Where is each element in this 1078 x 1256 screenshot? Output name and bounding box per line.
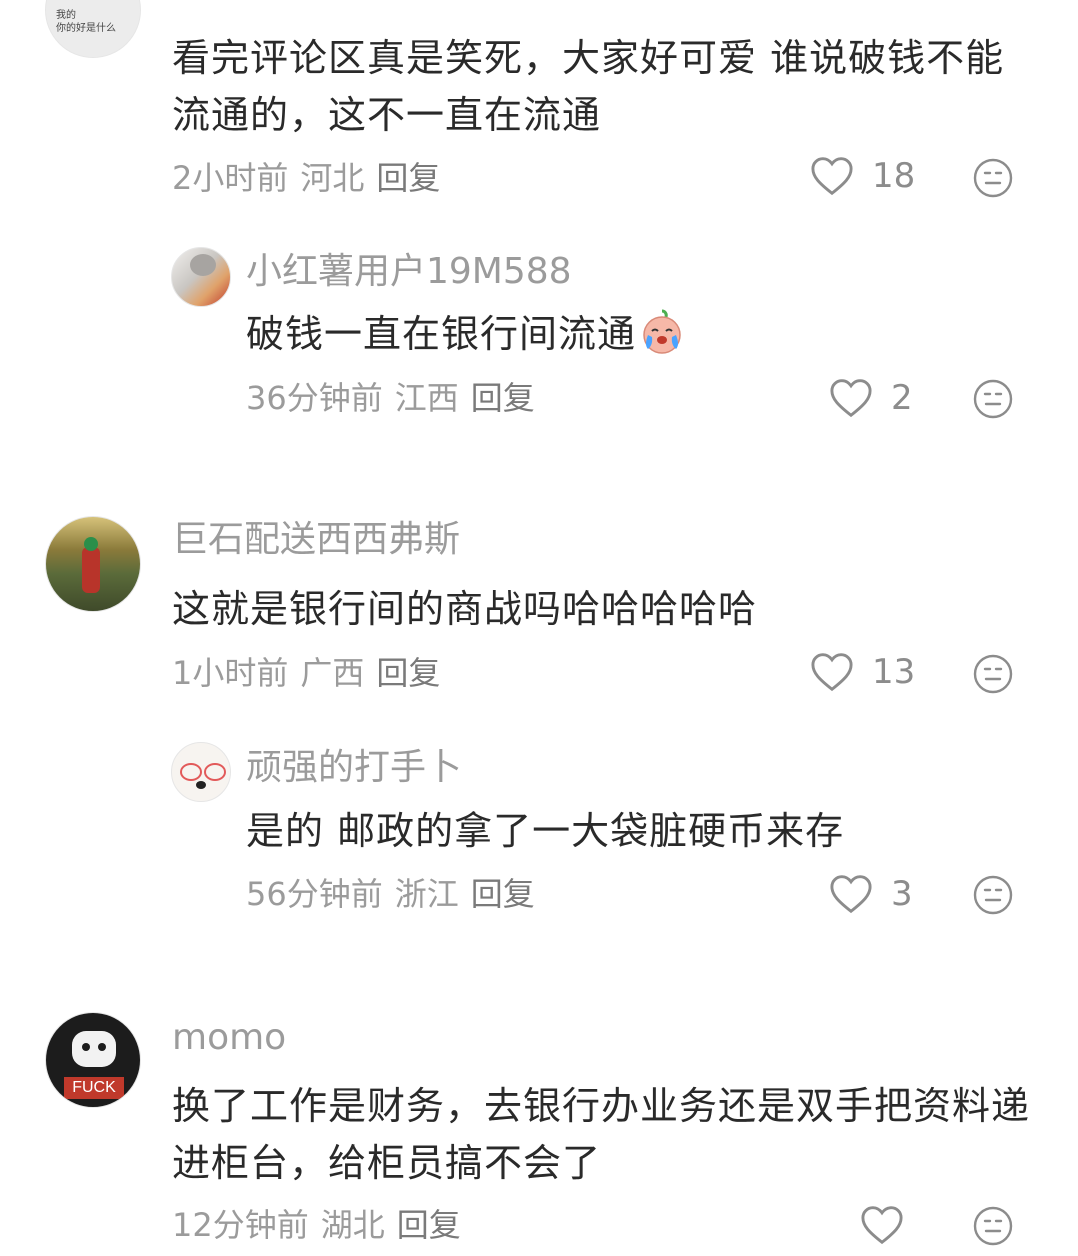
comment-meta: 1小时前 广西 回复 — [172, 653, 452, 693]
avatar-text: 我的 你的好是什么 — [56, 10, 116, 34]
comment-meta: 2小时前 河北 回复 — [172, 158, 452, 198]
like-count: 2 — [891, 378, 913, 418]
reply-button[interactable]: 回复 — [376, 654, 440, 692]
reply-meta: 36分钟前 江西 回复 — [246, 378, 547, 418]
like-button[interactable]: 13 — [810, 652, 915, 692]
like-button[interactable]: 18 — [810, 156, 915, 196]
heart-outline-icon — [830, 379, 872, 418]
heart-outline-icon — [811, 653, 853, 692]
comment-text[interactable]: 换了工作是财务，去银行办业务还是双手把资料递进柜台，给柜员搞不会了 — [172, 1078, 1032, 1192]
comment-time: 1小时前 — [172, 654, 289, 692]
crying-face-emoji — [643, 309, 681, 354]
comment-text[interactable]: 看完评论区真是笑死，大家好可爱 谁说破钱不能流通的，这不一直在流通 — [172, 30, 1032, 144]
avatar-text: FUCK — [64, 1077, 124, 1099]
username[interactable]: momo — [172, 1016, 286, 1060]
reply-text-content: 破钱一直在银行间流通 — [246, 312, 637, 356]
comment-meta: 12分钟前 湖北 回复 — [172, 1205, 473, 1245]
neutral-face-icon[interactable] — [973, 158, 1013, 198]
reply-text[interactable]: 破钱一直在银行间流通 — [246, 306, 1006, 363]
neutral-face-icon[interactable] — [973, 875, 1013, 915]
username[interactable]: 巨石配送西西弗斯 — [172, 518, 460, 562]
reply-button[interactable]: 回复 — [471, 379, 535, 417]
heart-outline-icon — [830, 875, 872, 914]
like-button[interactable] — [860, 1205, 922, 1245]
reply-text[interactable]: 是的 邮政的拿了一大袋脏硬币来存 — [246, 803, 1006, 860]
comment-time: 2小时前 — [172, 159, 289, 197]
reply-button[interactable]: 回复 — [397, 1206, 461, 1244]
comment-location: 河北 — [300, 159, 365, 197]
username[interactable]: 顽强的打手卜 — [246, 746, 462, 790]
comment-location: 湖北 — [320, 1206, 385, 1244]
neutral-face-icon[interactable] — [973, 1206, 1013, 1246]
comment-location: 浙江 — [394, 875, 459, 913]
like-count: 3 — [891, 874, 913, 914]
like-button[interactable]: 2 — [829, 378, 913, 418]
comment-time: 56分钟前 — [246, 875, 383, 913]
like-count: 18 — [872, 156, 916, 196]
heart-outline-icon — [861, 1206, 903, 1245]
comment-time: 12分钟前 — [172, 1206, 309, 1244]
comment-text[interactable]: 这就是银行间的商战吗哈哈哈哈哈 — [172, 581, 1032, 638]
neutral-face-icon[interactable] — [973, 654, 1013, 694]
reply-button[interactable]: 回复 — [376, 159, 440, 197]
avatar[interactable] — [171, 247, 231, 307]
heart-outline-icon — [811, 157, 853, 196]
avatar[interactable]: 我的 你的好是什么 — [45, 0, 141, 58]
reply-meta: 56分钟前 浙江 回复 — [246, 874, 547, 914]
comment-location: 广西 — [300, 654, 365, 692]
like-count: 13 — [872, 652, 916, 692]
comment-location: 江西 — [394, 379, 459, 417]
comment-time: 36分钟前 — [246, 379, 383, 417]
avatar[interactable]: FUCK — [45, 1012, 141, 1108]
avatar[interactable] — [171, 742, 231, 802]
username[interactable]: 小红薯用户19M588 — [246, 250, 572, 294]
neutral-face-icon[interactable] — [973, 379, 1013, 419]
reply-button[interactable]: 回复 — [471, 875, 535, 913]
avatar[interactable] — [45, 516, 141, 612]
like-button[interactable]: 3 — [829, 874, 913, 914]
